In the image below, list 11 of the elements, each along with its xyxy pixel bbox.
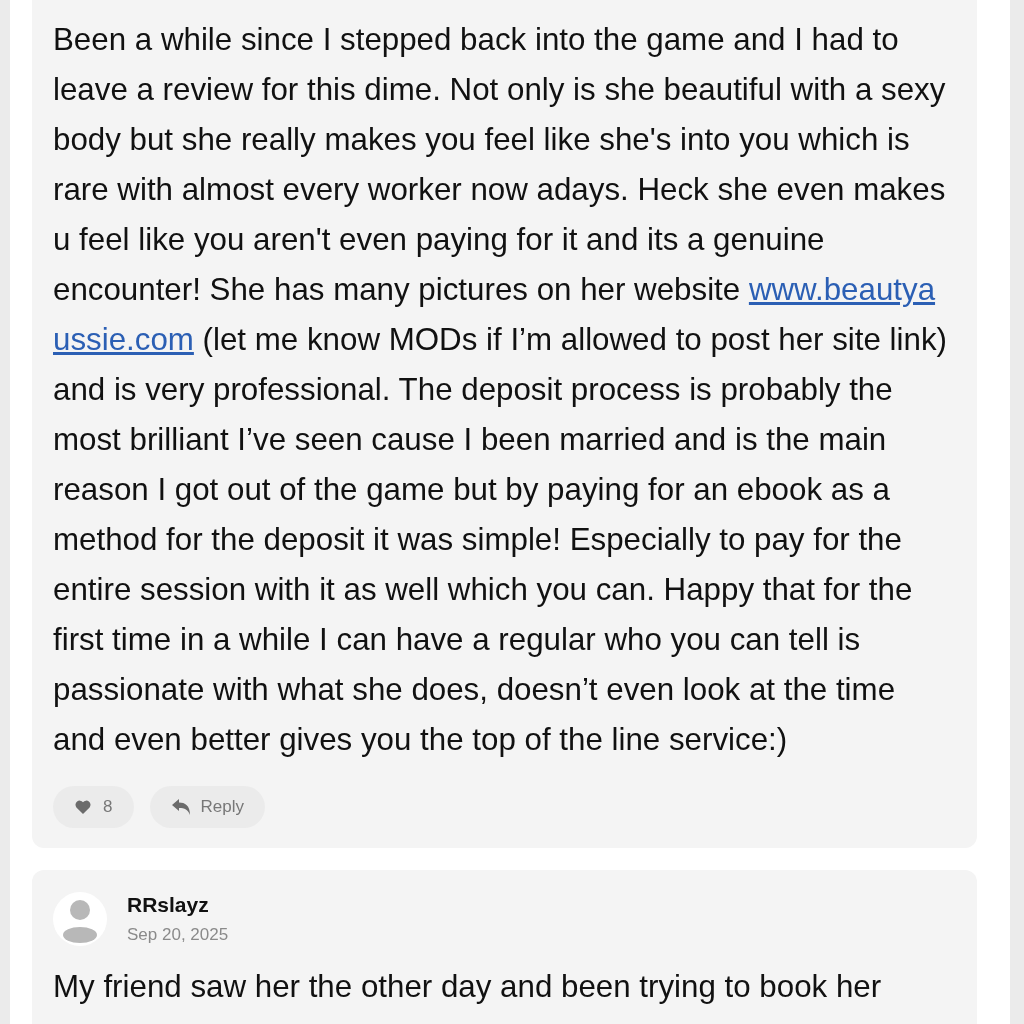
avatar-icon xyxy=(53,892,107,946)
comment-text: Been a while since I stepped back into the game and I had to leave a review for this dime. Not only is she beautiful with a sexy body but she really makes you feel like she's into you which is rare with almost every worker now adays. Heck she even makes u feel like you aren't even paying for it and its a genuine encounter! She has many pictures on her website www.beautya ussie.com (let me know MODs if I’m allowed to post her site link) and is very professional. The deposit process is probably the most brilliant I’ve seen cause I been married and is the main reason I got out of the game but by paying for an ebook as a method for the deposit it was simple! Especially to pay for the entire session with it as well which you can. Happy that for the first time in a while I can have a regular who you can tell is passionate with what she does, doesn’t even look at the time and even better gives you the top of the line service:) xyxy=(53,21,948,759)
author-name: RRslayz xyxy=(127,893,210,917)
comment-text: My friend saw her the other day and been trying to book her xyxy=(53,968,883,1006)
reply-arrow-icon xyxy=(172,799,191,815)
like-button[interactable]: 8 xyxy=(53,786,135,828)
website-link[interactable]: ussie.com xyxy=(53,322,194,357)
website-link[interactable]: www.beautya xyxy=(748,272,936,307)
heart-icon xyxy=(75,800,91,814)
reply-button[interactable]: Reply xyxy=(150,786,265,828)
comment-date: Sep 20, 2025 xyxy=(127,925,229,945)
